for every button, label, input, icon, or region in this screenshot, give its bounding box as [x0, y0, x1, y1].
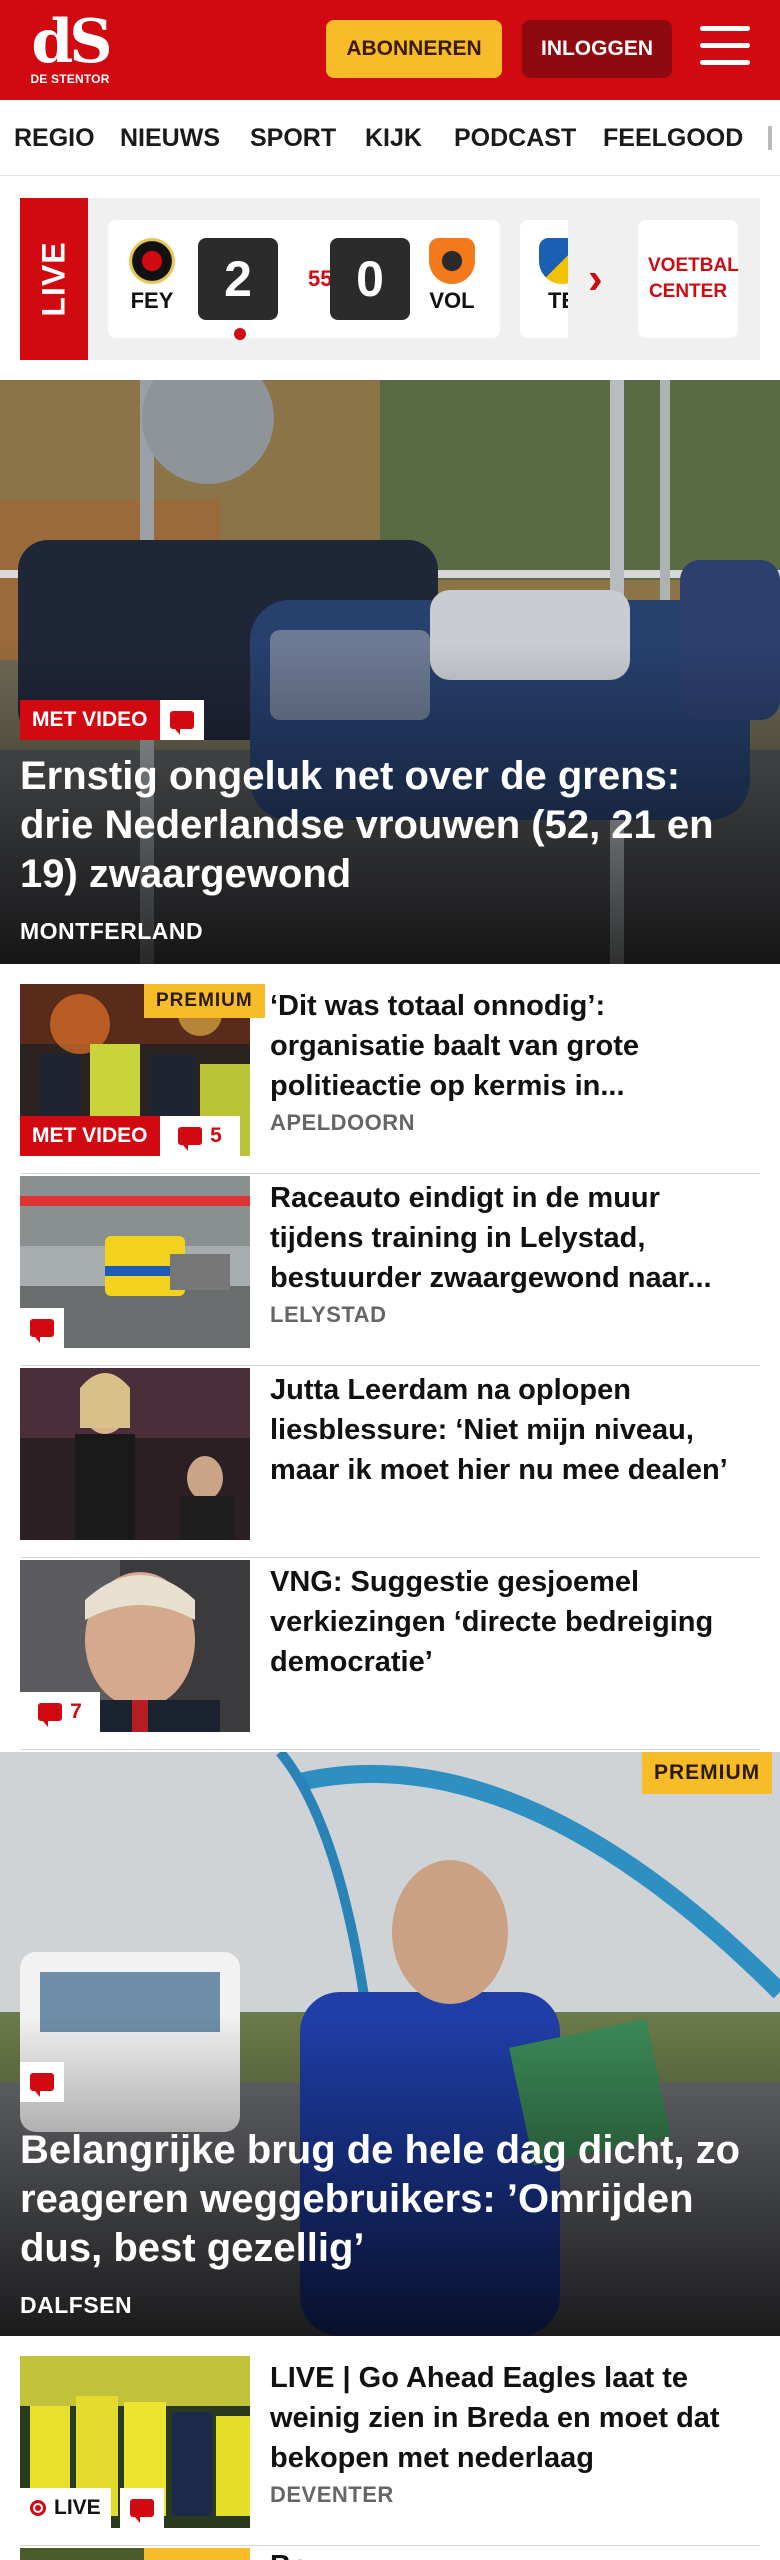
article-item[interactable]: 7 VNG: Suggestie gesjoemel verkiezingen …	[20, 1560, 760, 1750]
comment-count: 5	[210, 1124, 222, 1147]
article-location: LELYSTAD	[270, 1302, 387, 1327]
nav-item-regio[interactable]: REGIO	[14, 124, 95, 153]
logo-mark: dS	[31, 7, 112, 77]
comment-icon	[30, 1319, 54, 1343]
away-club-abbr: VOL	[429, 288, 475, 313]
top-header: dS DE STENTOR ABONNEREN INLOGGEN	[0, 0, 780, 100]
volendam-crest-icon	[429, 238, 475, 284]
live-scores-bar: LIVE FEY 2 55' 0 VOL TE › VOETBAL CENTER	[20, 198, 760, 360]
comments-chip[interactable]	[20, 2062, 64, 2102]
live-tag: LIVE	[20, 198, 88, 360]
comment-icon	[30, 2073, 54, 2097]
hero-headline[interactable]: Ernstig ongeluk net over de grens: drie …	[20, 752, 760, 899]
comment-icon	[38, 1703, 63, 1727]
comments-chip[interactable]	[160, 700, 204, 740]
comment-icon	[130, 2499, 154, 2523]
live-match-card[interactable]: FEY 2 55' 0 VOL	[108, 220, 500, 340]
met-video-badge: MET VIDEO	[20, 700, 160, 740]
hero-headline[interactable]: Belangrijke brug de hele dag dicht, zo r…	[20, 2126, 760, 2273]
article-item[interactable]: PREMIUM MET VIDEO 5 ‘Dit was totaal onno…	[20, 984, 760, 1174]
article-title[interactable]: VNG: Suggestie gesjoemel verkiezingen ‘d…	[270, 1562, 760, 1682]
site-logo[interactable]: dS DE STENTOR	[28, 7, 112, 88]
premium-badge	[144, 2548, 250, 2560]
article-title[interactable]: LIVE | Go Ahead Eagles laat te weinig zi…	[270, 2358, 760, 2478]
menu-icon[interactable]	[700, 26, 750, 70]
chevron-right-icon[interactable]: ›	[588, 254, 603, 304]
skater-photo	[20, 1368, 250, 1540]
logo-subtitle: DE STENTOR	[30, 72, 110, 86]
away-club: VOL	[424, 238, 480, 314]
nav-overflow-divider	[768, 126, 772, 150]
live-ring-icon	[30, 2500, 46, 2516]
article-location: APELDOORN	[270, 1110, 416, 1135]
hero-article-accident[interactable]: MET VIDEO Ernstig ongeluk net over de gr…	[0, 380, 780, 964]
nav-item-feelgood[interactable]: FEELGOOD	[603, 124, 743, 153]
voetbal-center-label: VOETBAL CENTER	[648, 255, 739, 302]
premium-badge: PREMIUM	[144, 984, 265, 1018]
voetbal-center-link[interactable]: VOETBAL CENTER	[638, 220, 739, 338]
subscribe-button[interactable]: ABONNEREN	[326, 20, 502, 78]
live-tag-label: LIVE	[35, 241, 72, 317]
article-title[interactable]: Jutta Leerdam na oplopen liesblessure: ‘…	[270, 1370, 760, 1490]
hero-article-bridge[interactable]: PREMIUM Belangrijke brug de hele dag dic…	[0, 1752, 780, 2336]
login-button[interactable]: INLOGGEN	[522, 20, 672, 78]
nav-item-kijk[interactable]: KIJK	[365, 124, 422, 153]
hero-location: MONTFERLAND	[20, 918, 204, 944]
nav-item-podcast[interactable]: PODCAST	[454, 124, 576, 153]
away-score: 0	[330, 238, 410, 320]
article-title[interactable]: ‘Dit was totaal onnodig’: organisatie ba…	[270, 986, 760, 1106]
comment-count: 7	[70, 1700, 82, 1723]
comments-chip[interactable]	[120, 2488, 164, 2528]
live-indicator-dot	[234, 328, 246, 340]
premium-badge: PREMIUM	[642, 1752, 773, 1794]
article-title[interactable]: Bo...	[270, 2550, 333, 2560]
article-item[interactable]: Jutta Leerdam na oplopen liesblessure: ‘…	[20, 1368, 760, 1558]
feyenoord-crest-icon	[129, 238, 175, 284]
comment-icon	[170, 711, 194, 735]
article-thumbnail	[20, 1368, 250, 1540]
comments-chip[interactable]: 7	[20, 1692, 100, 1732]
nav-item-sport[interactable]: SPORT	[250, 124, 336, 153]
next-article-partial[interactable]: Bo...	[20, 2548, 760, 2560]
comments-chip[interactable]	[20, 1308, 64, 1348]
comment-icon	[178, 1127, 203, 1151]
live-chip: LIVE	[20, 2488, 111, 2528]
article-item[interactable]: Raceauto eindigt in de muur tijdens trai…	[20, 1176, 760, 1366]
home-club-abbr: FEY	[130, 288, 174, 313]
met-video-badge: MET VIDEO	[20, 1116, 160, 1156]
comments-chip[interactable]: 5	[160, 1116, 240, 1156]
nav-item-nieuws[interactable]: NIEUWS	[120, 124, 220, 153]
home-club: FEY	[124, 238, 180, 314]
home-score: 2	[198, 238, 278, 320]
hero-location: DALFSEN	[20, 2292, 133, 2318]
article-title[interactable]: Raceauto eindigt in de muur tijdens trai…	[270, 1178, 760, 1298]
article-location: DEVENTER	[270, 2482, 394, 2507]
live-chip-label: LIVE	[54, 2496, 101, 2519]
article-item[interactable]: LIVE LIVE | Go Ahead Eagles laat te wein…	[20, 2356, 760, 2546]
section-nav: REGIO NIEUWS SPORT KIJK PODCAST FEELGOOD	[0, 100, 780, 176]
